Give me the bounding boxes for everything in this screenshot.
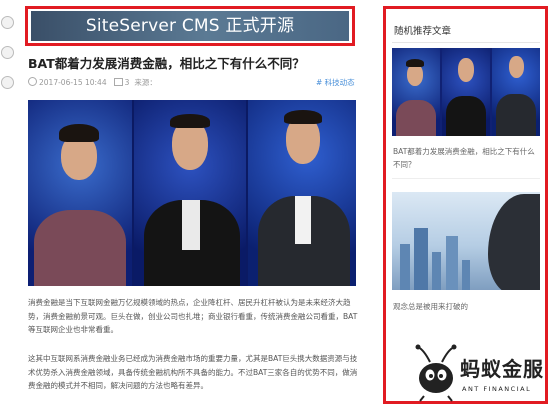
wechat-icon[interactable] bbox=[1, 76, 14, 89]
photo-panel-right bbox=[248, 100, 356, 286]
divider bbox=[392, 178, 540, 179]
article-title: BAT都着力发展消费金融，相比之下有什么不同？ bbox=[28, 56, 305, 71]
weibo-icon[interactable] bbox=[1, 46, 14, 59]
sidebar-thumbnail[interactable] bbox=[392, 48, 540, 136]
logo-subtitle: ANT FINANCIAL bbox=[462, 385, 532, 393]
sidebar-article-link[interactable]: BAT都着力发展消费金融，相比之下有什么不同？ bbox=[393, 145, 541, 171]
banner-text: SiteServer CMS 正式开源 bbox=[85, 16, 295, 36]
ant-financial-logo: 蚂蚁金服 ANT FINANCIAL bbox=[414, 344, 550, 402]
article-photo bbox=[28, 100, 356, 286]
source-label: 来源： bbox=[134, 78, 157, 87]
comment-count[interactable]: 3 bbox=[125, 78, 130, 87]
divider bbox=[392, 42, 540, 43]
article-meta: 2017-06-15 10:44 3 来源： bbox=[28, 77, 157, 88]
sidebar-thumbnail[interactable] bbox=[392, 192, 540, 290]
comment-icon bbox=[113, 78, 123, 86]
article-date: 2017-06-15 10:44 bbox=[39, 78, 107, 87]
sidebar-heading: 随机推荐文章 bbox=[394, 26, 452, 37]
article-paragraph: 这其中互联网系消费金融业务已经成为消费金融市场的重要力量，尤其是BAT巨头携大数… bbox=[28, 354, 358, 390]
logo-wordmark: 蚂蚁金服 bbox=[460, 357, 544, 381]
share-icon[interactable] bbox=[1, 16, 14, 29]
sidebar-article-link[interactable]: 观念总是被用来打破的 bbox=[393, 301, 468, 312]
article-tag[interactable]: # 科技动态 bbox=[316, 77, 355, 88]
top-banner[interactable]: SiteServer CMS 正式开源 bbox=[31, 11, 349, 41]
article-paragraph: 消费金融是当下互联网金融万亿规模领域的热点，企业降杠杆、居民升杠杆被认为是未来经… bbox=[28, 298, 358, 334]
photo-panel-left bbox=[28, 100, 132, 286]
ant-icon bbox=[415, 344, 457, 402]
photo-panel-center bbox=[134, 100, 246, 286]
share-rail bbox=[0, 0, 14, 405]
clock-icon bbox=[28, 77, 37, 86]
